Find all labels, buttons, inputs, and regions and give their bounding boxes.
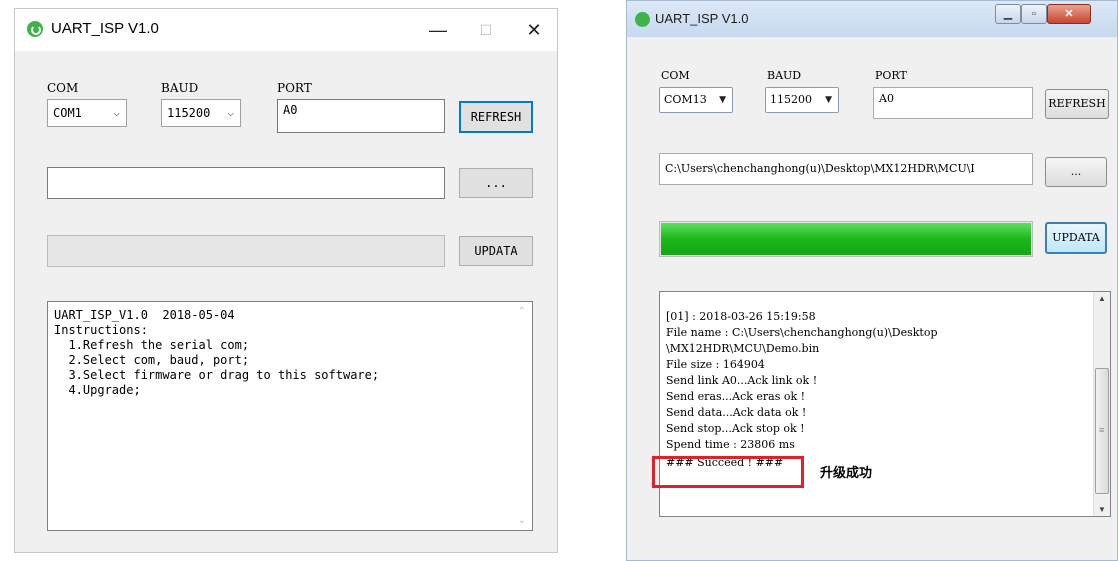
log-line: Send eras...Ack eras ok ! <box>666 390 806 403</box>
baud-label: BAUD <box>767 69 802 82</box>
chevron-down-icon: ▼ <box>719 95 726 105</box>
baud-select[interactable]: 115200 ⌵ <box>161 99 241 127</box>
log-line: 1.Refresh the serial com; <box>54 338 250 352</box>
grip-icon: ≡ <box>1099 425 1105 435</box>
minimize-button[interactable]: — <box>415 15 461 45</box>
com-select[interactable]: COM1 ⌵ <box>47 99 127 127</box>
scroll-up-icon[interactable]: ▲ <box>1098 294 1106 303</box>
log-line: Send link A0...Ack link ok ! <box>666 374 818 387</box>
firmware-path-input[interactable] <box>47 167 445 199</box>
maximize-button[interactable]: ☐ <box>463 15 509 45</box>
title-bar[interactable]: UART_ISP V1.0 — ☐ ✕ <box>15 9 557 51</box>
log-textarea[interactable]: UART_ISP_V1.0 2018-05-04 Instructions: 1… <box>47 301 533 531</box>
scrollbar-thumb[interactable]: ≡ <box>1095 368 1109 494</box>
com-label: COM <box>47 81 79 95</box>
log-line: File name : C:\Users\chenchanghong(u)\De… <box>666 326 938 339</box>
browse-button[interactable]: ... <box>459 168 533 198</box>
scroll-down-icon[interactable]: ▼ <box>1098 505 1106 514</box>
title-bar[interactable]: UART_ISP V1.0 ▁ ▫ ✕ <box>627 1 1117 37</box>
scroll-down-icon[interactable]: ⌄ <box>518 515 526 526</box>
refresh-button[interactable]: REFRESH <box>459 101 533 133</box>
uart-isp-window-win10: UART_ISP V1.0 — ☐ ✕ COM BAUD PORT COM1 ⌵… <box>14 8 558 553</box>
log-line: Send stop...Ack stop ok ! <box>666 422 805 435</box>
log-line: 3.Select firmware or drag to this softwa… <box>54 368 380 382</box>
scroll-up-icon[interactable]: ⌃ <box>518 306 526 317</box>
browse-button[interactable]: ... <box>1045 157 1107 187</box>
com-select-value: COM1 <box>53 106 82 120</box>
chevron-down-icon: ▼ <box>825 95 832 105</box>
close-button[interactable]: ✕ <box>511 15 557 45</box>
refresh-button[interactable]: REFRESH <box>1045 89 1109 119</box>
log-line: [01] : 2018-03-26 15:19:58 <box>666 310 816 323</box>
baud-select[interactable]: 115200 ▼ <box>765 87 839 113</box>
log-textarea[interactable]: [01] : 2018-03-26 15:19:58 File name : C… <box>652 291 1111 517</box>
chevron-down-icon: ⌵ <box>113 106 120 119</box>
log-line: Send data...Ack data ok ! <box>666 406 807 419</box>
progress-fill <box>661 223 1031 255</box>
success-highlight-box <box>652 456 804 488</box>
log-line: 4.Upgrade; <box>54 383 141 397</box>
log-line: UART_ISP_V1.0 2018-05-04 <box>54 308 235 322</box>
log-line: Spend time : 23806 ms <box>666 438 795 451</box>
app-refresh-icon <box>635 12 650 27</box>
log-line: File size : 164904 <box>666 358 765 371</box>
com-label: COM <box>661 69 690 82</box>
port-input[interactable]: A0 <box>277 99 445 133</box>
baud-label: BAUD <box>161 81 199 95</box>
close-button[interactable]: ✕ <box>1047 4 1091 24</box>
chevron-down-icon: ⌵ <box>227 106 234 119</box>
uart-isp-window-win7: UART_ISP V1.0 ▁ ▫ ✕ COM BAUD PORT COM13 … <box>626 0 1118 561</box>
com-select-value: COM13 <box>664 93 707 106</box>
minimize-button[interactable]: ▁ <box>995 4 1021 24</box>
baud-select-value: 115200 <box>770 93 812 106</box>
app-refresh-icon <box>27 21 43 37</box>
log-line: \MX12HDR\MCU\Demo.bin <box>666 342 820 355</box>
update-button[interactable]: UPDATA <box>1045 222 1107 254</box>
log-line: Instructions: <box>54 323 148 337</box>
upload-progress-bar <box>47 235 445 267</box>
success-annotation: 升级成功 <box>820 465 873 480</box>
upload-progress-bar <box>659 221 1033 257</box>
update-button[interactable]: UPDATA <box>459 236 533 266</box>
com-select[interactable]: COM13 ▼ <box>659 87 733 113</box>
vertical-scrollbar[interactable]: ▲ ≡ ▼ <box>1093 292 1110 516</box>
window-title: UART_ISP V1.0 <box>655 11 749 26</box>
port-label: PORT <box>277 81 312 95</box>
port-input[interactable]: A0 <box>873 87 1033 119</box>
firmware-path-input[interactable]: C:\Users\chenchanghong(u)\Desktop\MX12HD… <box>659 153 1033 185</box>
maximize-button[interactable]: ▫ <box>1021 4 1047 24</box>
baud-select-value: 115200 <box>167 106 211 120</box>
log-line: 2.Select com, baud, port; <box>54 353 250 367</box>
port-label: PORT <box>875 69 907 82</box>
window-title: UART_ISP V1.0 <box>51 20 159 37</box>
